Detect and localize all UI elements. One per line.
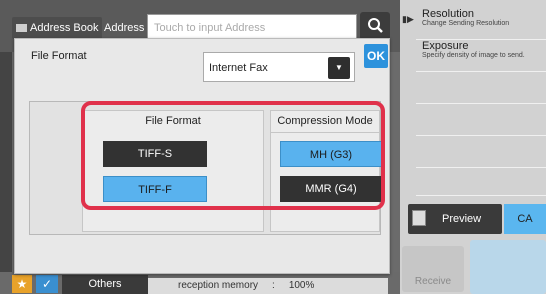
others-button[interactable]: Others xyxy=(62,275,148,294)
memory-value: 100% xyxy=(288,280,315,291)
dropdown-arrow-icon[interactable]: ▼ xyxy=(328,57,350,79)
resolution-title: Resolution xyxy=(422,8,474,20)
highlight-frame xyxy=(81,101,385,210)
receive-button[interactable]: Receive xyxy=(402,246,464,292)
resolution-subtitle: Change Sending Resolution xyxy=(422,20,510,27)
address-label: Address xyxy=(104,22,145,34)
memory-separator: : xyxy=(272,280,275,291)
ok-button[interactable]: OK xyxy=(364,44,388,68)
blank-item xyxy=(416,168,546,196)
ca-button[interactable]: CA xyxy=(504,204,546,234)
memory-label: reception memory xyxy=(178,280,259,291)
address-book-button[interactable]: Address Book xyxy=(12,17,102,39)
blank-item xyxy=(416,72,546,104)
dialog-title: File Format xyxy=(31,50,87,62)
start-button[interactable] xyxy=(470,240,546,294)
exposure-subtitle: Specify density of image to send. xyxy=(422,52,525,59)
address-book-label: Address Book xyxy=(30,22,99,34)
search-icon xyxy=(368,18,383,33)
expand-arrow-icon[interactable]: ▮▶ xyxy=(402,14,414,26)
check-icon[interactable]: ✓ xyxy=(36,275,58,293)
preview-icon xyxy=(412,210,426,226)
format-select[interactable]: Internet Fax ▼ xyxy=(203,52,355,82)
blank-item xyxy=(416,104,546,136)
format-select-value: Internet Fax xyxy=(209,62,268,74)
resolution-item[interactable]: Resolution Change Sending Resolution xyxy=(416,8,546,40)
book-icon xyxy=(16,24,27,33)
left-strip xyxy=(0,52,12,272)
exposure-item[interactable]: Exposure Specify density of image to sen… xyxy=(416,40,546,72)
address-input[interactable]: Touch to input Address xyxy=(147,14,357,40)
memory-status: reception memory: 100% xyxy=(148,278,388,294)
blank-item xyxy=(416,136,546,168)
favorite-star-icon[interactable]: ★ xyxy=(12,275,32,293)
search-button[interactable] xyxy=(360,12,390,40)
exposure-title: Exposure xyxy=(422,40,469,52)
